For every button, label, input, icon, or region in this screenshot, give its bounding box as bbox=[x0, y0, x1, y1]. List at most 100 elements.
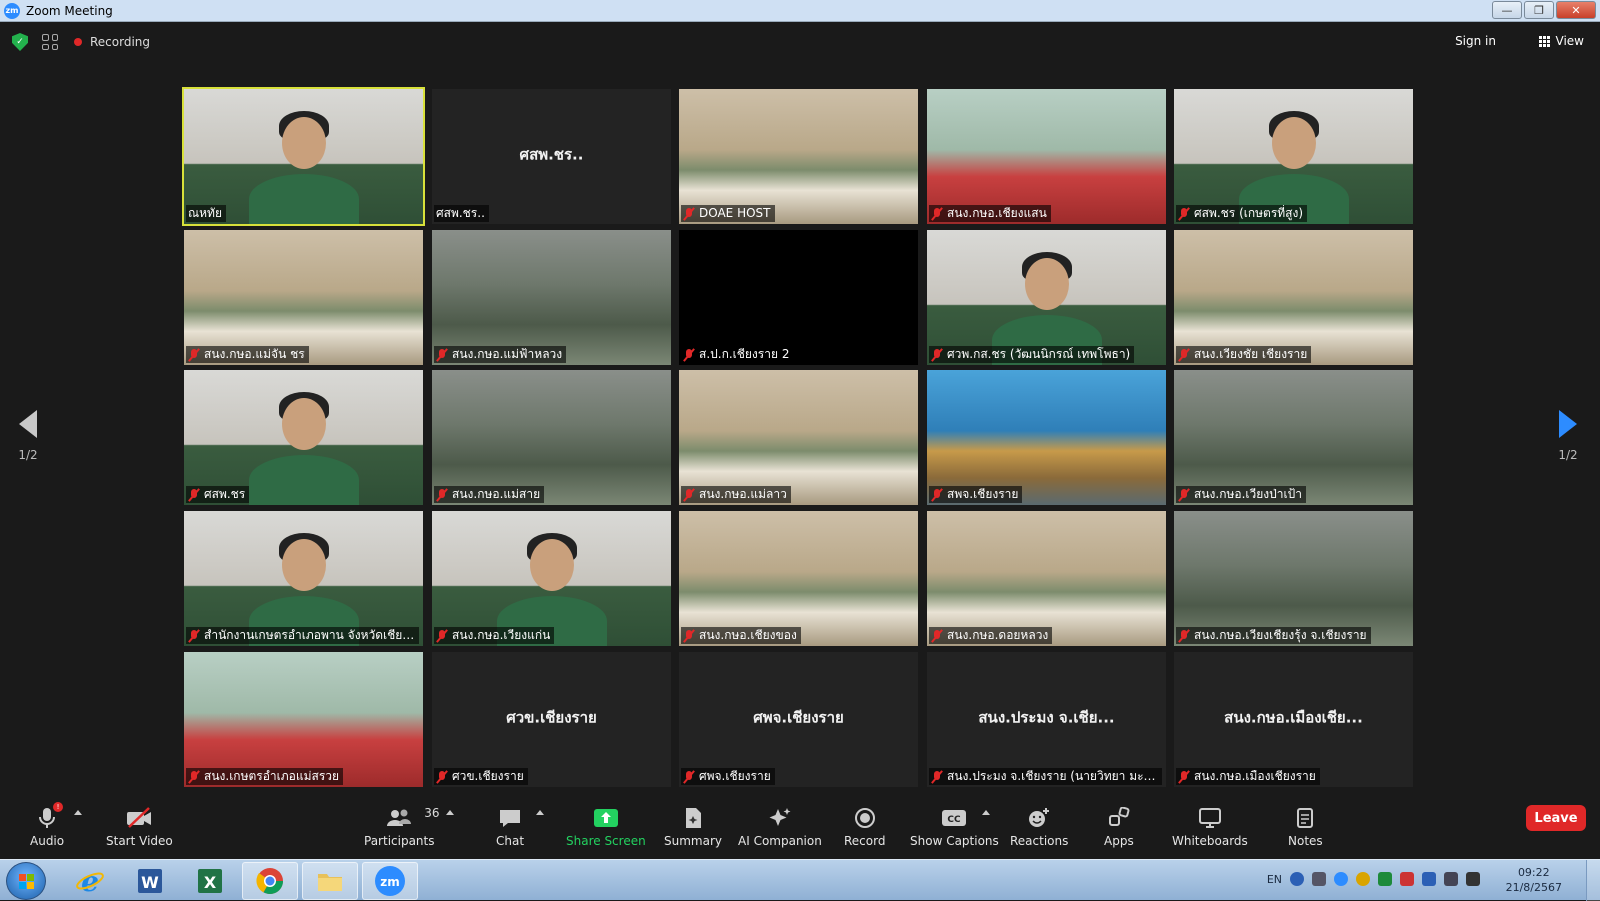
muted-microphone-icon bbox=[188, 770, 200, 784]
zoom-taskbar-icon[interactable]: zm bbox=[362, 862, 418, 900]
participant-silhouette bbox=[281, 398, 326, 450]
network-icon[interactable] bbox=[1312, 872, 1326, 886]
arrow-right-icon bbox=[1559, 410, 1577, 438]
participant-tile[interactable]: สำนักงานเกษตรอำเภอพาน จังหวัดเชียงราย bbox=[184, 511, 423, 646]
participant-name: สนง.กษอ.ดอยหลวง bbox=[947, 628, 1049, 642]
muted-microphone-icon bbox=[1178, 488, 1190, 502]
participant-name-label: สนง.กษอ.เชียงแสน bbox=[929, 205, 1051, 222]
share-screen-label: Share Screen bbox=[566, 834, 646, 848]
taskbar-clock[interactable]: 09:22 21/8/2567 bbox=[1506, 865, 1562, 895]
participant-tile[interactable]: ส.ป.ก.เชียงราย 2 bbox=[679, 230, 918, 365]
participant-tile[interactable]: สนง.เกษตรอำเภอแม่สรวย bbox=[184, 652, 423, 787]
apps-button[interactable]: Apps bbox=[1104, 806, 1134, 848]
svg-text:CC: CC bbox=[948, 815, 962, 825]
bluetooth-icon[interactable] bbox=[1422, 872, 1436, 886]
participant-video bbox=[1174, 370, 1413, 505]
zoom-tray-icon[interactable] bbox=[1334, 872, 1348, 886]
participant-tile[interactable]: ศวพ.กส.ชร (วัฒนนิกรณ์ เทพโพธา) bbox=[927, 230, 1166, 365]
file-explorer-icon[interactable] bbox=[302, 862, 358, 900]
security-shield-icon[interactable]: ✓ bbox=[12, 33, 28, 51]
participant-tile[interactable]: สนง.กษอ.แม่ลาว bbox=[679, 370, 918, 505]
participant-name-label: ศพจ.เชียงราย bbox=[681, 768, 775, 785]
participants-options-caret[interactable] bbox=[446, 810, 454, 815]
participant-tile[interactable]: DOAE HOST bbox=[679, 89, 918, 224]
participant-tile[interactable]: ศพจ.เชียงราย ศพจ.เชียงราย bbox=[679, 652, 918, 787]
help-icon[interactable] bbox=[1290, 872, 1304, 886]
grid-view-icon bbox=[1538, 35, 1550, 47]
internet-explorer-icon[interactable]: e bbox=[62, 862, 118, 900]
participant-tile[interactable]: สนง.กษอ.แม่จัน ชร bbox=[184, 230, 423, 365]
participant-name: ศสพ.ชร.. bbox=[436, 206, 485, 220]
participant-tile[interactable]: ศสพ.ชร bbox=[184, 370, 423, 505]
participant-tile[interactable]: สนง.กษอ.แม่ฟ้าหลวง bbox=[432, 230, 671, 365]
excel-icon[interactable]: X bbox=[182, 862, 238, 900]
whiteboards-button[interactable]: Whiteboards bbox=[1172, 806, 1248, 848]
muted-microphone-icon bbox=[683, 488, 695, 502]
participant-video bbox=[927, 89, 1166, 224]
language-indicator[interactable]: EN bbox=[1267, 873, 1282, 886]
participant-tile[interactable]: ศสพ.ชร.. ศสพ.ชร.. bbox=[432, 89, 671, 224]
participant-name: สนง.เกษตรอำเภอแม่สรวย bbox=[204, 769, 340, 783]
adobe-icon[interactable] bbox=[1400, 872, 1414, 886]
participant-tile[interactable]: ณหทัย bbox=[182, 87, 425, 226]
leave-button[interactable]: Leave bbox=[1526, 805, 1586, 831]
flag-icon[interactable] bbox=[1466, 872, 1480, 886]
participant-video bbox=[679, 89, 918, 224]
participant-name-label: DOAE HOST bbox=[681, 205, 775, 222]
participants-icon: 36 bbox=[386, 806, 440, 830]
sign-in-link[interactable]: Sign in bbox=[1455, 34, 1496, 48]
participant-tile[interactable]: สนง.กษอ.เมืองเชีย... สนง.กษอ.เมืองเชียงรา… bbox=[1174, 652, 1413, 787]
windows-start-button[interactable] bbox=[6, 862, 46, 900]
participant-tile[interactable]: สนง.กษอ.เชียงของ bbox=[679, 511, 918, 646]
summary-button[interactable]: Summary bbox=[664, 806, 722, 848]
close-button[interactable]: ✕ bbox=[1556, 1, 1596, 19]
participant-name-label: สนง.กษอ.เวียงแก่น bbox=[434, 627, 555, 644]
participant-tile[interactable]: สนง.กษอ.เวียงป่าเป้า bbox=[1174, 370, 1413, 505]
participant-tile[interactable]: สนง.กษอ.เชียงแสน bbox=[927, 89, 1166, 224]
participant-tile[interactable]: สนง.กษอ.เวียงเชียงรุ้ง จ.เชียงราย bbox=[1174, 511, 1413, 646]
reactions-button[interactable]: Reactions bbox=[1010, 806, 1068, 848]
show-desktop-button[interactable] bbox=[1586, 860, 1600, 901]
audio-options-caret[interactable] bbox=[74, 810, 82, 815]
participant-video bbox=[184, 230, 423, 365]
chat-options-caret[interactable] bbox=[536, 810, 544, 815]
participant-tile[interactable]: สนง.ประมง จ.เชีย... สนง.ประมง จ.เชียงราย … bbox=[927, 652, 1166, 787]
participant-tile[interactable]: สนง.กษอ.แม่สาย bbox=[432, 370, 671, 505]
participant-tile[interactable]: สนง.เวียงชัย เชียงราย bbox=[1174, 230, 1413, 365]
chat-button[interactable]: Chat bbox=[496, 806, 524, 848]
participant-name: สนง.เวียงชัย เชียงราย bbox=[1194, 347, 1308, 361]
participant-tile[interactable]: สนง.กษอ.ดอยหลวง bbox=[927, 511, 1166, 646]
next-page-button[interactable]: 1/2 bbox=[1548, 410, 1588, 462]
participants-button[interactable]: 36 Participants bbox=[364, 806, 440, 848]
participant-name: สนง.กษอ.แม่จัน ชร bbox=[204, 347, 305, 361]
muted-microphone-icon bbox=[436, 348, 448, 362]
view-button[interactable]: View bbox=[1538, 34, 1584, 48]
participant-tile[interactable]: สนง.กษอ.เวียงแก่น bbox=[432, 511, 671, 646]
nvidia-icon[interactable] bbox=[1378, 872, 1392, 886]
restore-button[interactable]: ❐ bbox=[1524, 1, 1554, 19]
minimize-button[interactable]: — bbox=[1492, 1, 1522, 19]
participant-tile[interactable]: ศสพ.ชร (เกษตรที่สูง) bbox=[1174, 89, 1413, 224]
muted-microphone-icon bbox=[188, 488, 200, 502]
record-button[interactable]: Record bbox=[844, 806, 885, 848]
participant-name: ศพจ.เชียงราย bbox=[699, 769, 771, 783]
recording-indicator[interactable]: Recording bbox=[90, 35, 150, 49]
start-video-button[interactable]: Start Video bbox=[106, 806, 173, 848]
tray-app-icon[interactable] bbox=[1356, 872, 1370, 886]
chrome-icon[interactable] bbox=[242, 862, 298, 900]
signal-icon[interactable] bbox=[1444, 872, 1458, 886]
participant-tile[interactable]: ศวข.เชียงราย ศวข.เชียงราย bbox=[432, 652, 671, 787]
share-screen-button[interactable]: Share Screen bbox=[566, 806, 646, 848]
previous-page-button[interactable]: 1/2 bbox=[8, 410, 48, 462]
captions-options-caret[interactable] bbox=[982, 810, 990, 815]
notes-button[interactable]: Notes bbox=[1288, 806, 1323, 848]
ai-companion-button[interactable]: AI Companion bbox=[738, 806, 822, 848]
participant-silhouette bbox=[529, 539, 574, 591]
meeting-info-icon[interactable] bbox=[42, 34, 58, 50]
word-icon[interactable]: W bbox=[122, 862, 178, 900]
window-titlebar: zm Zoom Meeting — ❐ ✕ bbox=[0, 0, 1600, 22]
participant-tile[interactable]: สพจ.เชียงราย bbox=[927, 370, 1166, 505]
audio-button[interactable]: ! Audio bbox=[30, 802, 64, 848]
video-gallery: ณหทัย ศสพ.ชร.. ศสพ.ชร.. DOAE HOST สนง.กษอ.เช… bbox=[182, 87, 1413, 787]
windows-taskbar: e W X zm EN 09:22 21/8/2567 bbox=[0, 859, 1600, 901]
